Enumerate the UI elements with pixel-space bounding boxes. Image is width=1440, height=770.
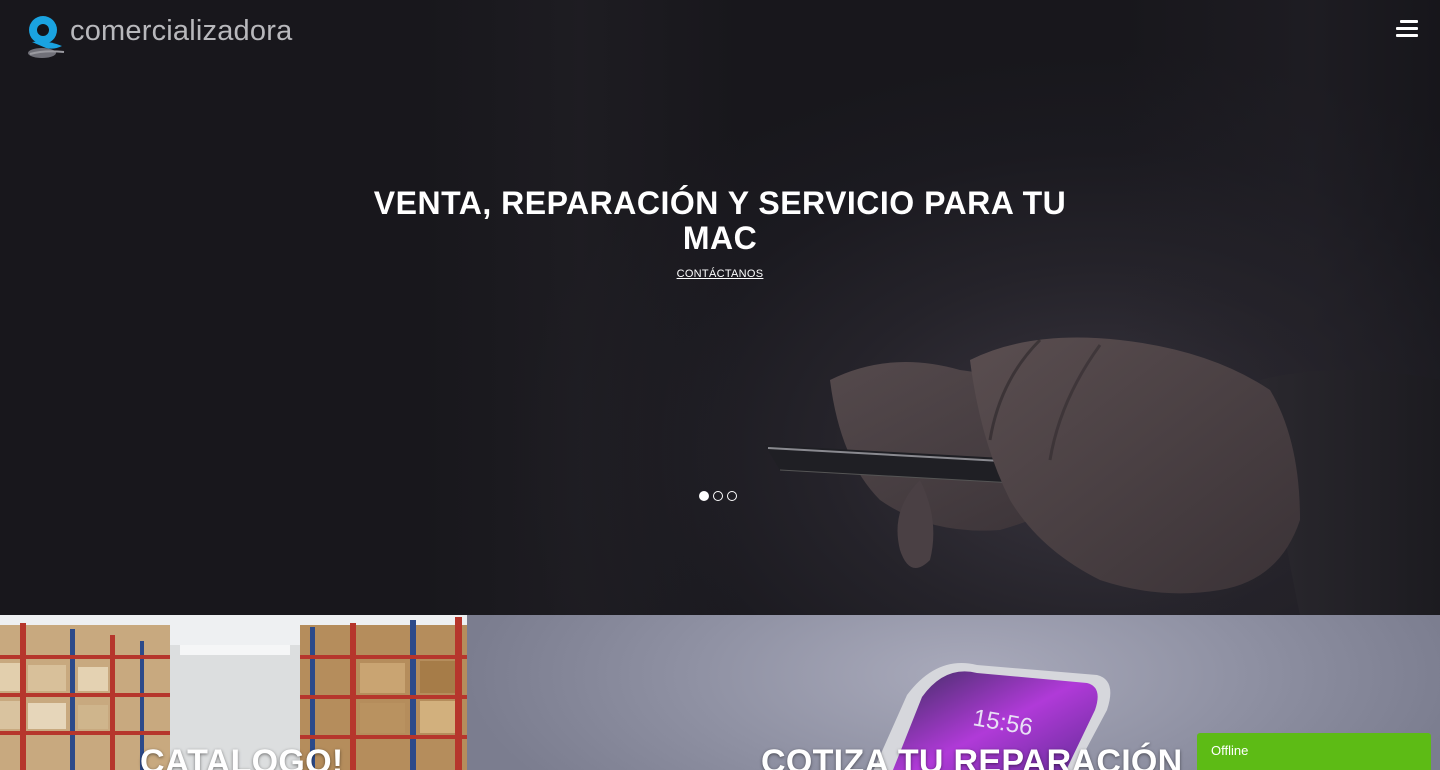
catalog-panel[interactable]: CATALOGO! [0, 615, 467, 770]
logo-text: comercializadora [70, 15, 293, 47]
hero-title: VENTA, REPARACIÓN Y SERVICIO PARA TU MAC [373, 185, 1067, 256]
chat-status-label: Offline [1211, 743, 1249, 758]
slider-dot-3[interactable] [727, 491, 737, 501]
phone-in-hands-image [765, 337, 1440, 615]
catalog-label: CATALOGO! [140, 743, 344, 770]
repair-quote-label: COTIZA TU REPARACIÓN [761, 743, 1183, 770]
menu-line [1400, 20, 1418, 23]
hamburger-menu-icon[interactable] [1392, 18, 1420, 40]
slider-dot-1[interactable] [699, 491, 709, 501]
menu-line [1396, 34, 1418, 37]
chat-widget[interactable]: Offline [1197, 733, 1431, 770]
menu-line [1396, 27, 1418, 30]
hero-banner [0, 0, 1440, 615]
logo-icon [28, 16, 65, 58]
slider-dot-2[interactable] [713, 491, 723, 501]
site-logo[interactable]: comercializadora [24, 12, 292, 62]
contact-link[interactable]: CONTÁCTANOS [620, 268, 820, 280]
hero-background-shade [420, 0, 740, 615]
slider-dots [699, 491, 737, 501]
